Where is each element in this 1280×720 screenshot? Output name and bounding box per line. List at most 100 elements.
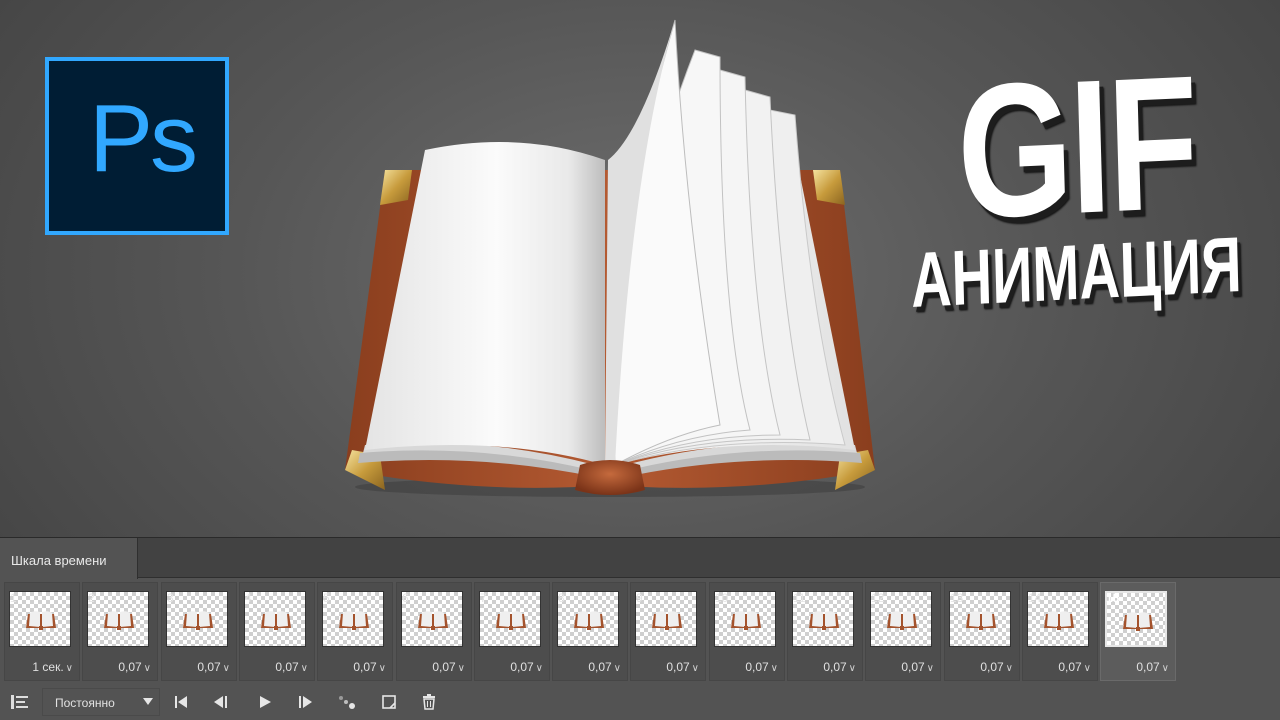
- chevron-down-icon: ∨: [926, 663, 934, 674]
- frame-thumbnail: [401, 591, 463, 647]
- panel-tab-bar: Шкала времени: [0, 538, 1280, 579]
- frame-delay-value: 0,07: [666, 660, 690, 674]
- animation-frame[interactable]: 1 1 сек. ∨: [4, 582, 80, 681]
- chevron-down-icon: ∨: [65, 663, 73, 674]
- animation-frame[interactable]: 10 0,07 ∨: [709, 582, 785, 681]
- frame-number: 11: [793, 591, 806, 605]
- frame-delay-value: 0,07: [510, 660, 534, 674]
- timeline-controls: Постоянно: [0, 684, 1280, 720]
- frame-number: 5: [323, 591, 330, 605]
- animation-frame[interactable]: 3 0,07 ∨: [161, 582, 237, 681]
- frame-thumbnail: [87, 591, 149, 647]
- animation-frame[interactable]: 5 0,07 ∨: [317, 582, 393, 681]
- frame-delay-select[interactable]: 0,07 ∨: [945, 660, 1013, 674]
- frame-number: 8: [558, 591, 565, 605]
- chevron-down-icon: ∨: [770, 663, 778, 674]
- headline-gif: GIF: [954, 36, 1198, 259]
- tween-icon[interactable]: [334, 690, 360, 714]
- chevron-down-icon: ∨: [1083, 663, 1091, 674]
- frame-thumbnail: [322, 591, 384, 647]
- frame-delay-select[interactable]: 1 сек. ∨: [5, 660, 73, 674]
- frame-delay-select[interactable]: 0,07 ∨: [710, 660, 778, 674]
- chevron-down-icon: ∨: [535, 663, 543, 674]
- frame-number: 15: [1106, 591, 1120, 605]
- play-icon[interactable]: [252, 690, 278, 714]
- frame-delay-value: 0,07: [1058, 660, 1082, 674]
- tab-timeline[interactable]: Шкала времени: [0, 538, 138, 579]
- frame-thumbnail: [635, 591, 697, 647]
- frame-delay-select[interactable]: 0,07 ∨: [788, 660, 856, 674]
- frame-delay-select[interactable]: 0,07 ∨: [397, 660, 465, 674]
- animation-frame[interactable]: 13 0,07 ∨: [944, 582, 1020, 681]
- dropdown-arrow-icon: [143, 698, 153, 705]
- frame-strip: 11 сек. ∨ 2 0,07 ∨ 3 0,07 ∨ 4 0,07 ∨ 5 0,07 ∨ 6 0,07 ∨ 7 0…: [4, 582, 1276, 683]
- frame-thumbnail: [479, 591, 541, 647]
- frame-number: 4: [245, 591, 252, 605]
- convert-timeline-icon[interactable]: [6, 690, 34, 714]
- frame-number: 13: [950, 591, 964, 605]
- frame-delay-value: 0,07: [118, 660, 142, 674]
- frame-delay-value: 0,07: [823, 660, 847, 674]
- frame-delay-select[interactable]: 0,07 ∨: [475, 660, 543, 674]
- frame-number: 9: [636, 591, 643, 605]
- frame-delay-value: 0,07: [980, 660, 1004, 674]
- frame-number: 3: [167, 591, 174, 605]
- frame-number: 12: [871, 591, 885, 605]
- animation-frame[interactable]: 2 0,07 ∨: [82, 582, 158, 681]
- frame-delay-select[interactable]: 0,07 ∨: [1023, 660, 1091, 674]
- chevron-down-icon: ∨: [848, 663, 856, 674]
- frame-delay-select[interactable]: 0,07 ∨: [162, 660, 230, 674]
- animation-frame[interactable]: 14 0,07 ∨: [1022, 582, 1098, 681]
- frame-thumbnail: [166, 591, 228, 647]
- loop-option-label: Постоянно: [55, 696, 115, 710]
- frame-number: 2: [88, 591, 95, 605]
- animation-frame[interactable]: 7 0,07 ∨: [474, 582, 550, 681]
- frame-delay-value: 0,07: [353, 660, 377, 674]
- frame-number: 10: [715, 591, 729, 605]
- timeline-panel: Шкала времени 11 сек. ∨ 2 0,07 ∨ 3 0,07 ∨ 4 0,07 ∨…: [0, 537, 1280, 720]
- animation-frame[interactable]: 9 0,07 ∨: [630, 582, 706, 681]
- frame-delay-value: 0,07: [745, 660, 769, 674]
- frame-delay-value: 0,07: [432, 660, 456, 674]
- frame-delay-select[interactable]: 0,07 ∨: [553, 660, 621, 674]
- frame-number: 14: [1028, 591, 1042, 605]
- frame-delay-value: 0,07: [197, 660, 221, 674]
- chevron-down-icon: ∨: [457, 663, 465, 674]
- frame-delay-select[interactable]: 0,07 ∨: [83, 660, 151, 674]
- animation-frame[interactable]: 15 0,07 ∨: [1100, 582, 1176, 681]
- frame-delay-select[interactable]: 0,07 ∨: [631, 660, 699, 674]
- frame-delay-value: 0,07: [901, 660, 925, 674]
- chevron-down-icon: ∨: [300, 663, 308, 674]
- chevron-down-icon: ∨: [1005, 663, 1013, 674]
- headline-animation: АНИМАЦИЯ: [909, 219, 1243, 324]
- frame-thumbnail: [244, 591, 306, 647]
- chevron-down-icon: ∨: [378, 663, 386, 674]
- logo-text: Ps: [89, 85, 198, 192]
- delete-frame-icon[interactable]: [416, 690, 442, 714]
- first-frame-icon[interactable]: [168, 690, 194, 714]
- duplicate-frame-icon[interactable]: [376, 690, 402, 714]
- frame-number: 6: [402, 591, 409, 605]
- frame-delay-select[interactable]: 0,07 ∨: [1101, 660, 1169, 674]
- open-book-illustration: [345, 19, 875, 497]
- frame-thumbnail: [557, 591, 619, 647]
- previous-frame-icon[interactable]: [208, 690, 234, 714]
- frame-delay-select[interactable]: 0,07 ∨: [318, 660, 386, 674]
- frame-delay-value: 0,07: [588, 660, 612, 674]
- chevron-down-icon: ∨: [691, 663, 699, 674]
- animation-frame[interactable]: 12 0,07 ∨: [865, 582, 941, 681]
- animation-frame[interactable]: 8 0,07 ∨: [552, 582, 628, 681]
- frame-delay-value: 1 сек.: [32, 660, 64, 674]
- frame-delay-select[interactable]: 0,07 ∨: [866, 660, 934, 674]
- photoshop-logo: Ps: [45, 57, 229, 235]
- frame-delay-value: 0,07: [275, 660, 299, 674]
- animation-frame[interactable]: 6 0,07 ∨: [396, 582, 472, 681]
- next-frame-icon[interactable]: [292, 690, 318, 714]
- chevron-down-icon: ∨: [613, 663, 621, 674]
- chevron-down-icon: ∨: [143, 663, 151, 674]
- animation-frame[interactable]: 4 0,07 ∨: [239, 582, 315, 681]
- frame-number: 7: [480, 591, 487, 605]
- loop-options-select[interactable]: Постоянно: [42, 688, 160, 716]
- frame-delay-select[interactable]: 0,07 ∨: [240, 660, 308, 674]
- animation-frame[interactable]: 11 0,07 ∨: [787, 582, 863, 681]
